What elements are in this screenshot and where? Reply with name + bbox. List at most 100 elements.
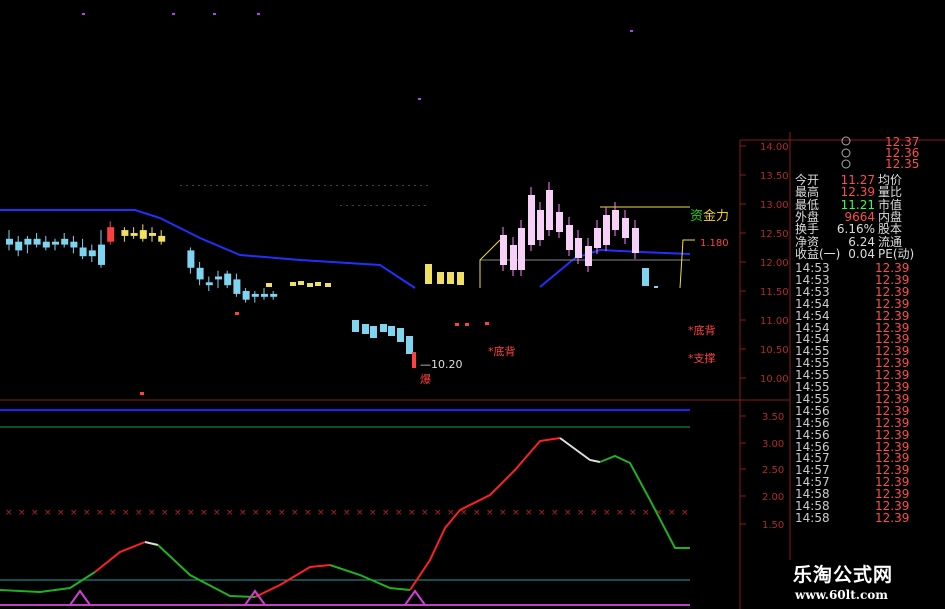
threshold-marker: × <box>135 508 143 518</box>
guide-dot <box>210 185 212 186</box>
candle-body <box>566 225 573 250</box>
signal-triangle <box>69 589 91 606</box>
guide-dot <box>270 185 272 186</box>
oscillator-line <box>157 544 256 598</box>
signal-marker <box>140 392 144 395</box>
threshold-marker: × <box>304 508 312 518</box>
candle-body <box>632 228 639 253</box>
support-label: *支撑 <box>688 352 716 365</box>
candle-body <box>24 238 32 245</box>
indicator-tick-label: 3.00 <box>762 439 784 450</box>
threshold-marker: × <box>551 508 559 518</box>
guide-dot <box>408 185 410 186</box>
threshold-marker: × <box>317 508 325 518</box>
threshold-marker: × <box>421 508 429 518</box>
indicator-tick-label: 2.50 <box>762 465 784 476</box>
stat-label: 收益(一) <box>795 246 841 261</box>
guide-dot <box>276 185 278 186</box>
threshold-marker: × <box>564 508 572 518</box>
channel-line-2 <box>539 248 691 288</box>
guide-dot <box>336 185 338 186</box>
price-tick-label: 12.50 <box>760 229 789 240</box>
threshold-marker: × <box>499 508 507 518</box>
guide-dot <box>346 205 348 206</box>
candle-body <box>290 282 296 286</box>
guide-dot <box>384 185 386 186</box>
guide-dot <box>378 185 380 186</box>
threshold-marker: × <box>174 508 182 518</box>
guide-dot <box>426 185 428 186</box>
stat-row: 收益(一) 0.04 PE(动) <box>790 246 945 261</box>
candle-body <box>233 279 241 294</box>
guide-dot <box>228 185 230 186</box>
guide-dot <box>294 185 296 186</box>
stock-chart-window: 14.00 13.50 13.00 12.50 12.00 11.50 11.00 10.50… <box>0 0 945 609</box>
guide-dot <box>312 185 314 186</box>
guide-dot <box>396 185 398 186</box>
threshold-marker: × <box>122 508 130 518</box>
candle-body <box>603 215 610 245</box>
threshold-marker: × <box>265 508 273 518</box>
guide-dot <box>366 185 368 186</box>
candle-body <box>61 238 69 245</box>
threshold-marker: × <box>434 508 442 518</box>
threshold-marker: × <box>629 508 637 518</box>
guide-dot <box>348 185 350 186</box>
guide-dot <box>192 185 194 186</box>
guide-dot <box>406 205 408 206</box>
indicator-tick-label: 1.50 <box>762 520 784 531</box>
candle-body <box>88 250 96 257</box>
threshold-marker: × <box>252 508 260 518</box>
threshold-marker: × <box>187 508 195 518</box>
candle-body <box>352 320 359 332</box>
guide-dot <box>418 205 420 206</box>
guide-dot <box>360 185 362 186</box>
candle-body <box>6 238 13 245</box>
candle-body <box>585 246 592 266</box>
price-tick-label: 10.50 <box>760 345 789 356</box>
signal-marker <box>235 312 239 315</box>
divergence-label-1: *底背 <box>488 345 516 358</box>
price-tick-label: 10.00 <box>760 374 789 385</box>
candle-body <box>98 244 105 265</box>
explode-label: 爆 <box>420 373 431 386</box>
threshold-marker: × <box>668 508 676 518</box>
threshold-marker: × <box>226 508 234 518</box>
guide-dot <box>306 185 308 186</box>
candle-body <box>307 283 313 287</box>
guide-dot <box>358 205 360 206</box>
candle-body <box>370 326 377 338</box>
bracket-line-2 <box>679 239 695 289</box>
threshold-marker: × <box>356 508 364 518</box>
guide-dot <box>394 205 396 206</box>
candle-body <box>622 218 629 238</box>
candle-body <box>528 195 535 245</box>
guide-dot <box>222 185 224 186</box>
oscillator-line <box>599 454 690 549</box>
guide-dot <box>354 185 356 186</box>
guide-dot <box>364 205 366 206</box>
candle-body <box>121 230 129 236</box>
candle-body <box>654 286 658 288</box>
guide-dot <box>258 185 260 186</box>
candle-body <box>447 272 454 284</box>
threshold-marker: × <box>213 508 221 518</box>
threshold-marker: × <box>473 508 481 518</box>
price-tick-label: 13.50 <box>760 171 789 182</box>
threshold-marker: × <box>330 508 338 518</box>
watermark: 乐淘公式网 www.60lt.com <box>785 560 945 609</box>
candle-body <box>215 276 222 280</box>
candle-body <box>187 250 195 268</box>
threshold-marker: × <box>486 508 494 518</box>
candle-body <box>397 328 404 342</box>
candle-body <box>130 233 138 236</box>
threshold-marker: × <box>200 508 208 518</box>
threshold-marker: × <box>343 508 351 518</box>
candle-body <box>270 293 278 297</box>
marker-dot <box>257 13 260 15</box>
guide-dot <box>388 205 390 206</box>
candle-body <box>70 241 78 248</box>
candle-body <box>196 267 204 280</box>
gold-power-label: 资金力 <box>690 209 730 224</box>
candle-body <box>205 282 213 286</box>
